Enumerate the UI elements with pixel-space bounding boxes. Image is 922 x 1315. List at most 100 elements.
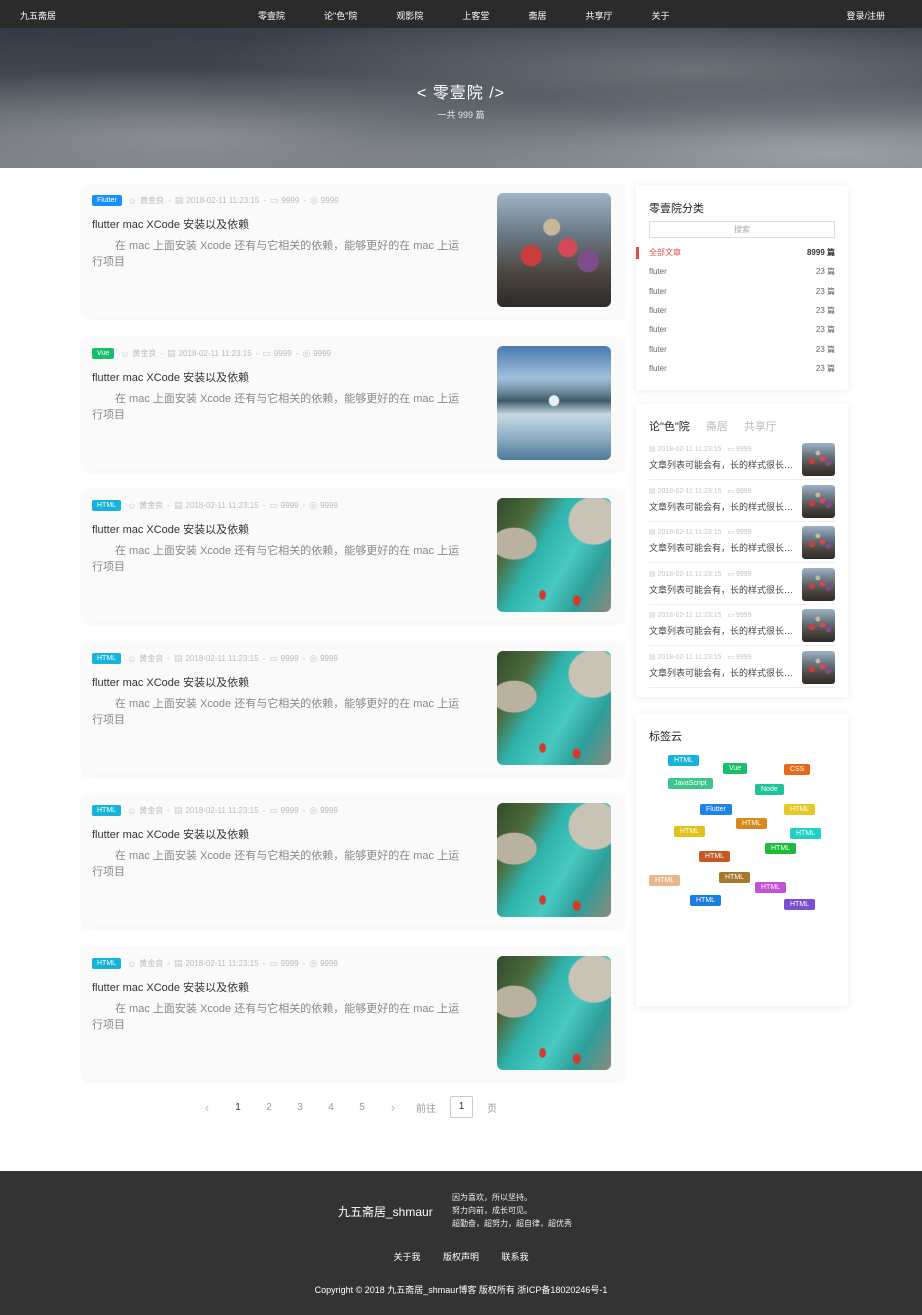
tag-cloud-item[interactable]: HTML — [790, 828, 822, 839]
category-item[interactable]: fluter 23 篇 — [649, 262, 835, 281]
nav-item-shangketang[interactable]: 上客堂 — [462, 9, 489, 22]
recent-article-item[interactable]: ▤ 2018-02-11 11:23:15 ▭ 9999 文章列表可能会有，长的样… — [649, 647, 835, 688]
page-5[interactable]: 5 — [351, 1102, 373, 1113]
article-title[interactable]: flutter mac XCode 安装以及依赖 — [92, 369, 249, 385]
recent-article-title[interactable]: 文章列表可能会有，长的样式很长很长 — [649, 458, 797, 471]
article-title[interactable]: flutter mac XCode 安装以及依赖 — [92, 979, 249, 995]
calendar-icon: ▤ — [167, 348, 176, 358]
page-3[interactable]: 3 — [289, 1102, 311, 1113]
tag-cloud-item[interactable]: JavaScript — [668, 778, 713, 789]
category-tag[interactable]: Flutter — [92, 195, 122, 206]
recent-article-item[interactable]: ▤ 2018-02-11 11:23:15 ▭ 9999 文章列表可能会有，长的样… — [649, 522, 835, 564]
footer-link-copyright[interactable]: 版权声明 — [443, 1252, 479, 1262]
page-suffix: 页 — [487, 1103, 497, 1115]
article-title[interactable]: flutter mac XCode 安装以及依赖 — [92, 674, 249, 690]
next-page-button[interactable]: › — [382, 1100, 404, 1115]
recent-article-item[interactable]: ▤ 2018-02-11 11:23:15 ▭ 9999 文章列表可能会有，长的样… — [649, 605, 835, 647]
tab-lunseyuan[interactable]: 论"色"院 — [649, 418, 690, 434]
article-card[interactable]: HTML ☺ 黄金良 - ▤ 2018-02-11 11:23:15- ▭ 9999- ◎ 999… — [83, 490, 623, 622]
article-thumbnail[interactable] — [497, 803, 611, 917]
tag-cloud-item[interactable]: Flutter — [700, 804, 732, 815]
category-item[interactable]: 全部文章 8999 篇 — [649, 243, 835, 262]
tab-gongxiangting[interactable]: 共享厅 — [744, 418, 777, 434]
article-card[interactable]: Flutter ☺ 黄金良 - ▤ 2018-02-11 11:23:15- ▭ 9999- ◎… — [83, 185, 623, 317]
recent-article-title[interactable]: 文章列表可能会有，长的样式很长很长 — [649, 666, 797, 679]
tag-cloud-item[interactable]: CSS — [784, 764, 811, 775]
nav-item-lunseyuan[interactable]: 论"色"院 — [324, 9, 357, 22]
nav-item-lingyiyuan[interactable]: 零壹院 — [258, 9, 285, 22]
recent-article-meta: ▤ 2018-02-11 11:23:15 ▭ 9999 — [649, 653, 752, 661]
article-title[interactable]: flutter mac XCode 安装以及依赖 — [92, 216, 249, 232]
tag-cloud-item[interactable]: HTML — [719, 872, 751, 883]
tag-cloud-title: 标签云 — [649, 731, 682, 743]
article-title[interactable]: flutter mac XCode 安装以及依赖 — [92, 826, 249, 842]
tag-cloud-item[interactable]: HTML — [755, 882, 787, 893]
recent-article-item[interactable]: ▤ 2018-02-11 11:23:15 ▭ 9999 文章列表可能会有，长的样… — [649, 564, 835, 605]
article-thumbnail[interactable] — [497, 193, 611, 307]
recent-article-thumbnail[interactable] — [802, 609, 835, 643]
recent-article-thumbnail[interactable] — [802, 443, 835, 476]
recent-article-title[interactable]: 文章列表可能会有，长的样式很长很长 — [649, 583, 797, 596]
tag-cloud-item[interactable]: HTML — [649, 875, 681, 886]
nav-item-guanyingyuan[interactable]: 观影院 — [396, 9, 423, 22]
tag-cloud-item[interactable]: HTML — [674, 826, 706, 837]
page-4[interactable]: 4 — [320, 1102, 342, 1113]
category-item[interactable]: fluter 23 篇 — [649, 359, 835, 378]
category-search-input[interactable]: 搜索 — [649, 221, 835, 238]
category-tag[interactable]: HTML — [92, 653, 122, 664]
recent-article-meta: ▤ 2018-02-11 11:23:15 ▭ 9999 — [649, 570, 752, 578]
recent-article-thumbnail[interactable] — [802, 567, 835, 601]
article-thumbnail[interactable] — [497, 498, 611, 612]
tag-cloud-item[interactable]: HTML — [668, 755, 700, 766]
category-tag[interactable]: HTML — [92, 500, 122, 511]
recent-article-item[interactable]: ▤ 2018-02-11 11:23:15 ▭ 9999 文章列表可能会有，长的样… — [649, 481, 835, 522]
category-tag[interactable]: HTML — [92, 958, 122, 969]
nav-item-gongxiangting[interactable]: 共享厅 — [585, 9, 612, 22]
category-item[interactable]: fluter 23 篇 — [649, 340, 835, 359]
recent-article-item[interactable]: ▤ 2018-02-11 11:23:15 ▭ 9999 文章列表可能会有，长的样… — [649, 439, 835, 480]
tab-zhaiju[interactable]: 斋居 — [706, 418, 728, 434]
tag-cloud-item[interactable]: Vue — [723, 763, 748, 774]
footer-link-contact[interactable]: 联系我 — [502, 1252, 529, 1262]
article-thumbnail[interactable] — [497, 651, 611, 765]
recent-article-title[interactable]: 文章列表可能会有，长的样式很长很长 — [649, 624, 797, 637]
article-card[interactable]: HTML ☺ 黄金良 - ▤ 2018-02-11 11:23:15- ▭ 9999- ◎ 999… — [83, 643, 623, 775]
site-logo[interactable]: 九五斋居 — [20, 9, 56, 22]
category-item[interactable]: fluter 23 篇 — [649, 282, 835, 301]
article-card[interactable]: Vue ☺ 黄金良 - ▤ 2018-02-11 11:23:15- ▭ 9999- ◎ 9999… — [83, 338, 623, 470]
nav-item-about[interactable]: 关于 — [651, 9, 669, 22]
motto-line: 努力向前，成长可见。 — [452, 1206, 532, 1215]
prev-page-button[interactable]: ‹ — [196, 1100, 218, 1115]
category-tag[interactable]: Vue — [92, 348, 115, 359]
recent-article-thumbnail[interactable] — [802, 526, 835, 560]
nav-item-zhaiju[interactable]: 斋居 — [528, 9, 546, 22]
view-count: 9999 — [320, 654, 338, 663]
article-thumbnail[interactable] — [497, 346, 611, 460]
login-register-link[interactable]: 登录/注册 — [846, 9, 885, 22]
tag-cloud-item[interactable]: HTML — [736, 818, 768, 829]
tag-cloud-item[interactable]: HTML — [765, 843, 797, 854]
user-icon: ☺ — [127, 805, 137, 816]
category-count: 23 篇 — [815, 305, 835, 315]
recent-article-title[interactable]: 文章列表可能会有，长的样式很长很长 — [649, 500, 797, 513]
recent-article-thumbnail[interactable] — [802, 651, 835, 684]
category-item[interactable]: fluter 23 篇 — [649, 301, 835, 320]
article-title[interactable]: flutter mac XCode 安装以及依赖 — [92, 521, 249, 537]
article-card[interactable]: HTML ☺ 黄金良 - ▤ 2018-02-11 11:23:15- ▭ 9999- ◎ 999… — [83, 948, 623, 1080]
article-thumbnail[interactable] — [497, 956, 611, 1070]
tag-cloud-item[interactable]: HTML — [784, 804, 816, 815]
tag-cloud-item[interactable]: Node — [755, 784, 784, 795]
tag-cloud-item[interactable]: HTML — [699, 851, 731, 862]
page-2[interactable]: 2 — [258, 1102, 280, 1113]
category-tag[interactable]: HTML — [92, 805, 122, 816]
footer-link-about[interactable]: 关于我 — [393, 1252, 420, 1262]
article-meta: HTML ☺ 黄金良 - ▤ 2018-02-11 11:23:15- ▭ 9999- ◎ 999… — [92, 500, 338, 511]
category-item[interactable]: fluter 23 篇 — [649, 320, 835, 339]
tag-cloud-item[interactable]: HTML — [690, 895, 722, 906]
tag-cloud-item[interactable]: HTML — [784, 899, 816, 910]
page-1[interactable]: 1 — [227, 1102, 249, 1113]
goto-page-input[interactable]: 1 — [450, 1096, 473, 1118]
recent-article-title[interactable]: 文章列表可能会有，长的样式很长很长 — [649, 541, 797, 554]
article-card[interactable]: HTML ☺ 黄金良 - ▤ 2018-02-11 11:23:15- ▭ 9999- ◎ 999… — [83, 795, 623, 927]
recent-article-thumbnail[interactable] — [802, 484, 835, 518]
